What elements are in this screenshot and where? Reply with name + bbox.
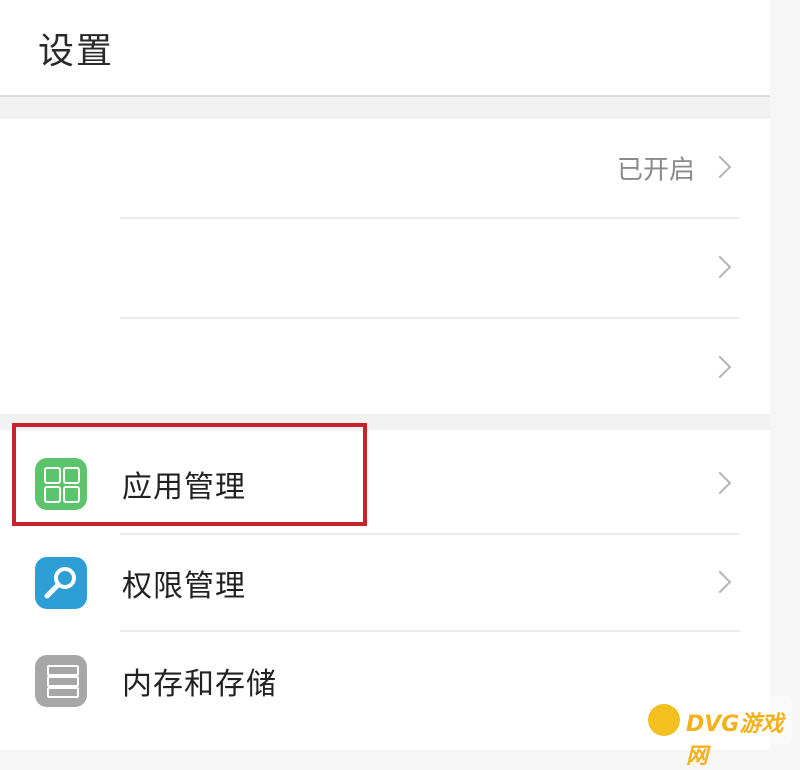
status-text: 已开启 [616, 155, 695, 186]
page-title: 设置 [38, 31, 115, 72]
highlight-box [12, 423, 367, 526]
row-label: 权限管理 [122, 569, 246, 604]
storage-icon [35, 655, 87, 707]
chevron-right-icon [708, 355, 732, 379]
watermark: DVG游戏网 [642, 696, 792, 769]
settings-row-1[interactable]: 已开启 [0, 119, 770, 217]
settings-row-3[interactable] [0, 319, 770, 417]
chevron-right-icon [708, 155, 732, 179]
watermark-logo-icon [648, 704, 680, 736]
settings-group-1: 已开启 [0, 119, 770, 414]
watermark-text: DVG游戏网 [686, 712, 784, 769]
settings-row-permission-management[interactable]: 权限管理 [0, 534, 770, 632]
chevron-right-icon [708, 570, 732, 594]
header-bar: 设置 [0, 0, 770, 97]
chevron-right-icon [708, 255, 732, 279]
settings-row-2[interactable] [0, 219, 770, 317]
key-icon [35, 557, 87, 609]
chevron-right-icon [708, 471, 732, 495]
row-label: 内存和存储 [122, 667, 277, 702]
section-gap [0, 97, 770, 119]
